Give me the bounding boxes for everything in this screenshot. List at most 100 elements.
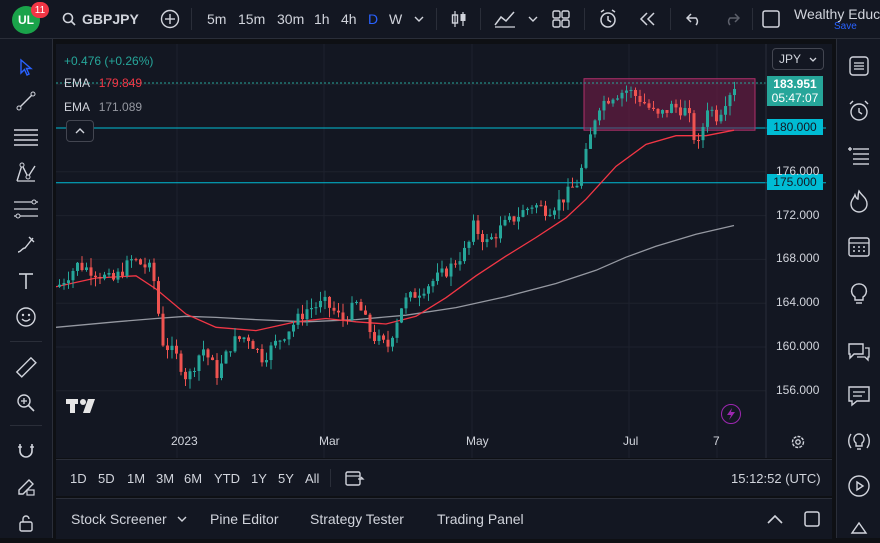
help-button[interactable] — [844, 513, 874, 543]
interval-5m[interactable]: 5m — [207, 0, 226, 38]
interval-4h[interactable]: 4h — [341, 0, 357, 38]
candle-body — [656, 108, 660, 114]
magnet-tool[interactable] — [12, 437, 40, 465]
data-window-button[interactable] — [844, 141, 874, 171]
fullscreen-button[interactable] — [762, 0, 780, 38]
tradingview-logo[interactable] — [66, 396, 100, 416]
range-1y[interactable]: 1Y — [251, 460, 267, 496]
candle-body — [242, 337, 246, 340]
redo-button[interactable] — [724, 0, 740, 38]
maximize-panel-button[interactable] — [804, 499, 820, 539]
ema-fast-value: 179.849 — [98, 76, 143, 90]
brush-tool[interactable] — [12, 231, 40, 259]
candle-body — [233, 336, 237, 352]
candle-body — [427, 286, 430, 294]
interval-1w[interactable]: W — [389, 0, 402, 38]
ema-fast-legend[interactable]: EMA 179.849 — [64, 76, 142, 90]
replay-panel-button[interactable] — [844, 471, 874, 501]
range-ytd[interactable]: YTD — [214, 460, 240, 496]
signals-button[interactable] — [844, 427, 874, 457]
add-symbol-icon — [160, 9, 180, 29]
candle-body — [346, 319, 349, 321]
chat-button[interactable] — [844, 336, 874, 366]
zoom-tool[interactable] — [12, 389, 40, 417]
ema-slow-legend[interactable]: EMA 171.089 — [64, 100, 142, 114]
alert-button[interactable] — [598, 0, 618, 38]
bottom-panel: Stock Screener Pine Editor Strategy Test… — [56, 498, 832, 539]
utc-clock[interactable]: 15:12:52 (UTC) — [731, 460, 821, 496]
range-6m[interactable]: 6M — [184, 460, 202, 496]
price-chart[interactable] — [56, 44, 832, 458]
lock-drawing-tool[interactable] — [12, 473, 40, 501]
symbol-search-button[interactable]: GBPJPY — [62, 0, 139, 38]
candle-body — [467, 241, 471, 248]
cursor-tool[interactable] — [12, 53, 40, 81]
fib-tool[interactable] — [12, 195, 40, 223]
range-3m[interactable]: 3M — [156, 460, 174, 496]
candle-body — [310, 308, 313, 310]
tradingview-logo-icon — [66, 399, 95, 413]
calendar-button[interactable] — [844, 231, 874, 261]
interval-dropdown[interactable] — [414, 0, 424, 38]
chart-pane[interactable] — [56, 44, 832, 458]
pattern-tool[interactable] — [12, 159, 40, 187]
goto-date-button[interactable] — [345, 460, 365, 496]
tab-stock-screener[interactable]: Stock Screener — [71, 499, 187, 539]
tab-trading-panel[interactable]: Trading Panel — [437, 499, 524, 539]
ruler-tool[interactable] — [12, 353, 40, 381]
horizontal-lines-tool[interactable] — [12, 123, 40, 151]
interval-1d[interactable]: D — [368, 0, 378, 38]
range-1m[interactable]: 1M — [127, 460, 145, 496]
candle-body — [58, 284, 61, 287]
range-5y[interactable]: 5Y — [278, 460, 294, 496]
alert-icon — [600, 9, 616, 28]
notes-button[interactable] — [844, 381, 874, 411]
emoji-icon — [16, 307, 36, 327]
current-price: 183.951 — [773, 77, 817, 91]
candle-body — [454, 263, 457, 265]
interval-15m[interactable]: 15m — [238, 0, 265, 38]
candle-body — [629, 89, 633, 91]
currency-select[interactable]: JPY — [772, 48, 824, 70]
legend-collapse-button[interactable] — [66, 120, 94, 142]
time-tick: 7 — [713, 434, 720, 448]
tab-strategy-tester[interactable]: Strategy Tester — [310, 499, 404, 539]
candle-body — [400, 308, 403, 323]
range-all[interactable]: All — [305, 460, 319, 496]
candle-body — [724, 106, 727, 115]
indicators-button[interactable] — [494, 0, 516, 38]
hotlist-button[interactable] — [844, 186, 874, 216]
replay-button[interactable] — [638, 0, 656, 38]
layout-button[interactable] — [552, 0, 570, 38]
lock-tool[interactable] — [12, 509, 40, 537]
save-link[interactable]: Save — [834, 21, 857, 32]
chevron-down-icon — [177, 516, 187, 522]
undo-button[interactable] — [686, 0, 702, 38]
chart-type-button[interactable] — [450, 0, 468, 38]
watchlist-button[interactable] — [844, 51, 874, 81]
range-1d[interactable]: 1D — [70, 460, 87, 496]
expand-panel-button[interactable] — [766, 499, 784, 539]
account-name[interactable]: Wealthy Educ... — [794, 6, 880, 22]
trend-line-tool[interactable] — [12, 87, 40, 115]
candle-body — [80, 262, 84, 270]
range-5d[interactable]: 5D — [98, 460, 115, 496]
add-symbol-button[interactable] — [160, 0, 180, 38]
flash-button[interactable] — [721, 404, 741, 424]
candle-body — [220, 363, 223, 379]
interval-1h[interactable]: 1h — [314, 0, 330, 38]
text-tool[interactable] — [12, 267, 40, 295]
candle-body — [526, 208, 529, 211]
bar-countdown: 05:47:07 — [771, 91, 819, 105]
replay-icon — [639, 12, 655, 26]
indicators-dropdown[interactable] — [528, 0, 538, 38]
chart-settings-button[interactable] — [790, 434, 806, 450]
emoji-tool[interactable] — [12, 303, 40, 331]
candle-body — [211, 357, 214, 361]
ideas-button[interactable] — [844, 279, 874, 309]
tab-pine-editor[interactable]: Pine Editor — [210, 499, 278, 539]
candle-body — [575, 185, 579, 188]
candle-body — [449, 263, 453, 277]
interval-30m[interactable]: 30m — [277, 0, 304, 38]
alarm-button[interactable] — [844, 96, 874, 126]
